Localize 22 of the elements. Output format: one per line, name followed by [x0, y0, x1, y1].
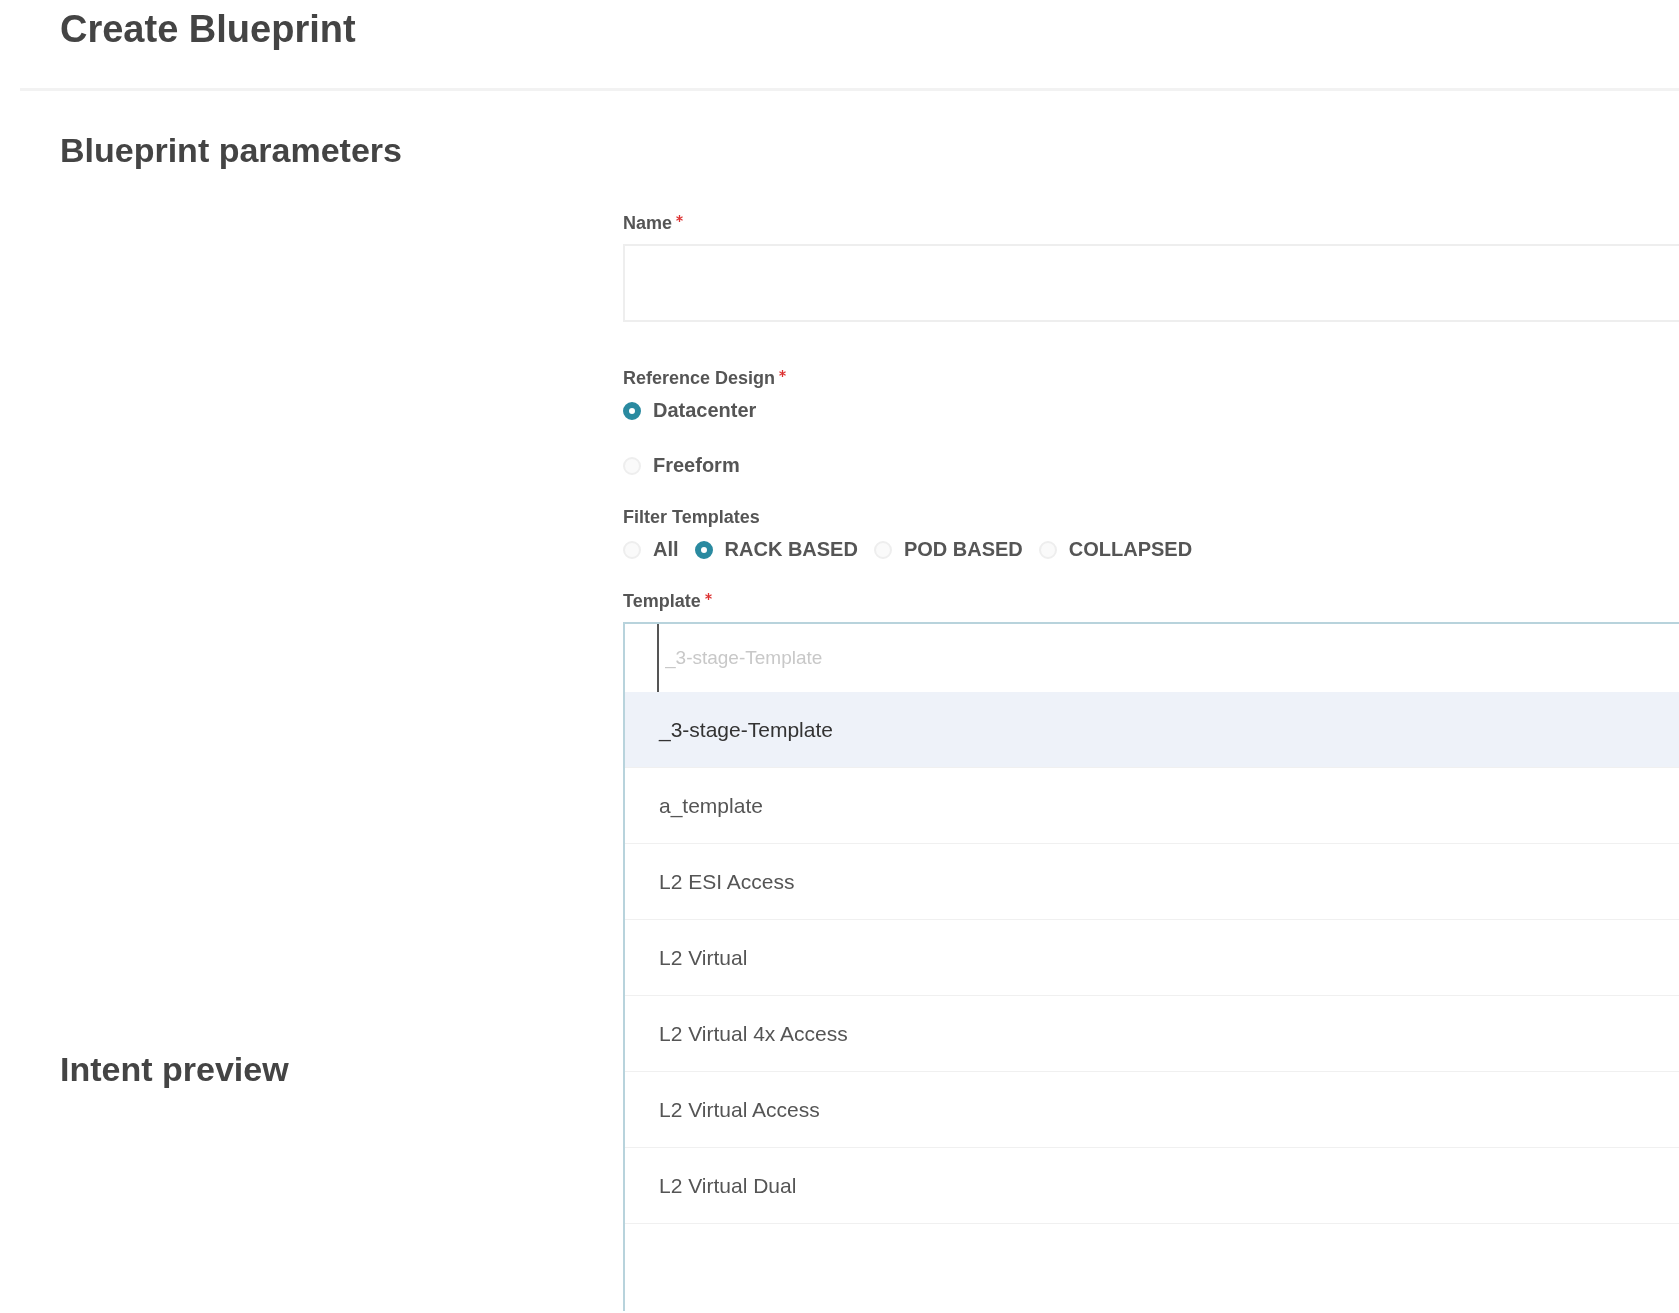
field-label: Filter Templates	[623, 507, 760, 528]
dropdown-option[interactable]: _3-stage-Template	[625, 692, 1679, 768]
radio-button-icon[interactable]	[694, 540, 713, 559]
field-label: Template	[623, 591, 701, 612]
dropdown-option[interactable]: a_template	[625, 768, 1679, 844]
dropdown-option[interactable]: L2 Virtual	[625, 920, 1679, 996]
section-heading: Intent preview	[60, 1050, 290, 1089]
radio-button-icon[interactable]	[623, 401, 641, 420]
dropdown-option[interactable]: L2 Virtual 4x Access	[625, 996, 1679, 1072]
dropdown-option[interactable]: L2 ESI Access	[625, 844, 1679, 920]
section-heading: Blueprint parameters	[60, 131, 403, 170]
dropdown-option[interactable]: L2 Virtual Access	[625, 1072, 1679, 1148]
dropdown-option[interactable]: L2 Virtual Dual	[625, 1148, 1679, 1224]
radio-option[interactable]: COLLAPSED	[1038, 538, 1193, 561]
radio-option[interactable]: Freeform	[623, 454, 1679, 477]
radio-option[interactable]: RACK BASED	[694, 538, 858, 561]
field-label: Name	[623, 213, 673, 234]
radio-option[interactable]: All	[623, 538, 679, 561]
field-label: Reference Design	[623, 368, 776, 389]
page-title: Create Blueprint	[59, 7, 357, 52]
radio-option[interactable]: Datacenter	[623, 399, 1679, 422]
radio-option[interactable]: POD BASED	[873, 538, 1023, 561]
